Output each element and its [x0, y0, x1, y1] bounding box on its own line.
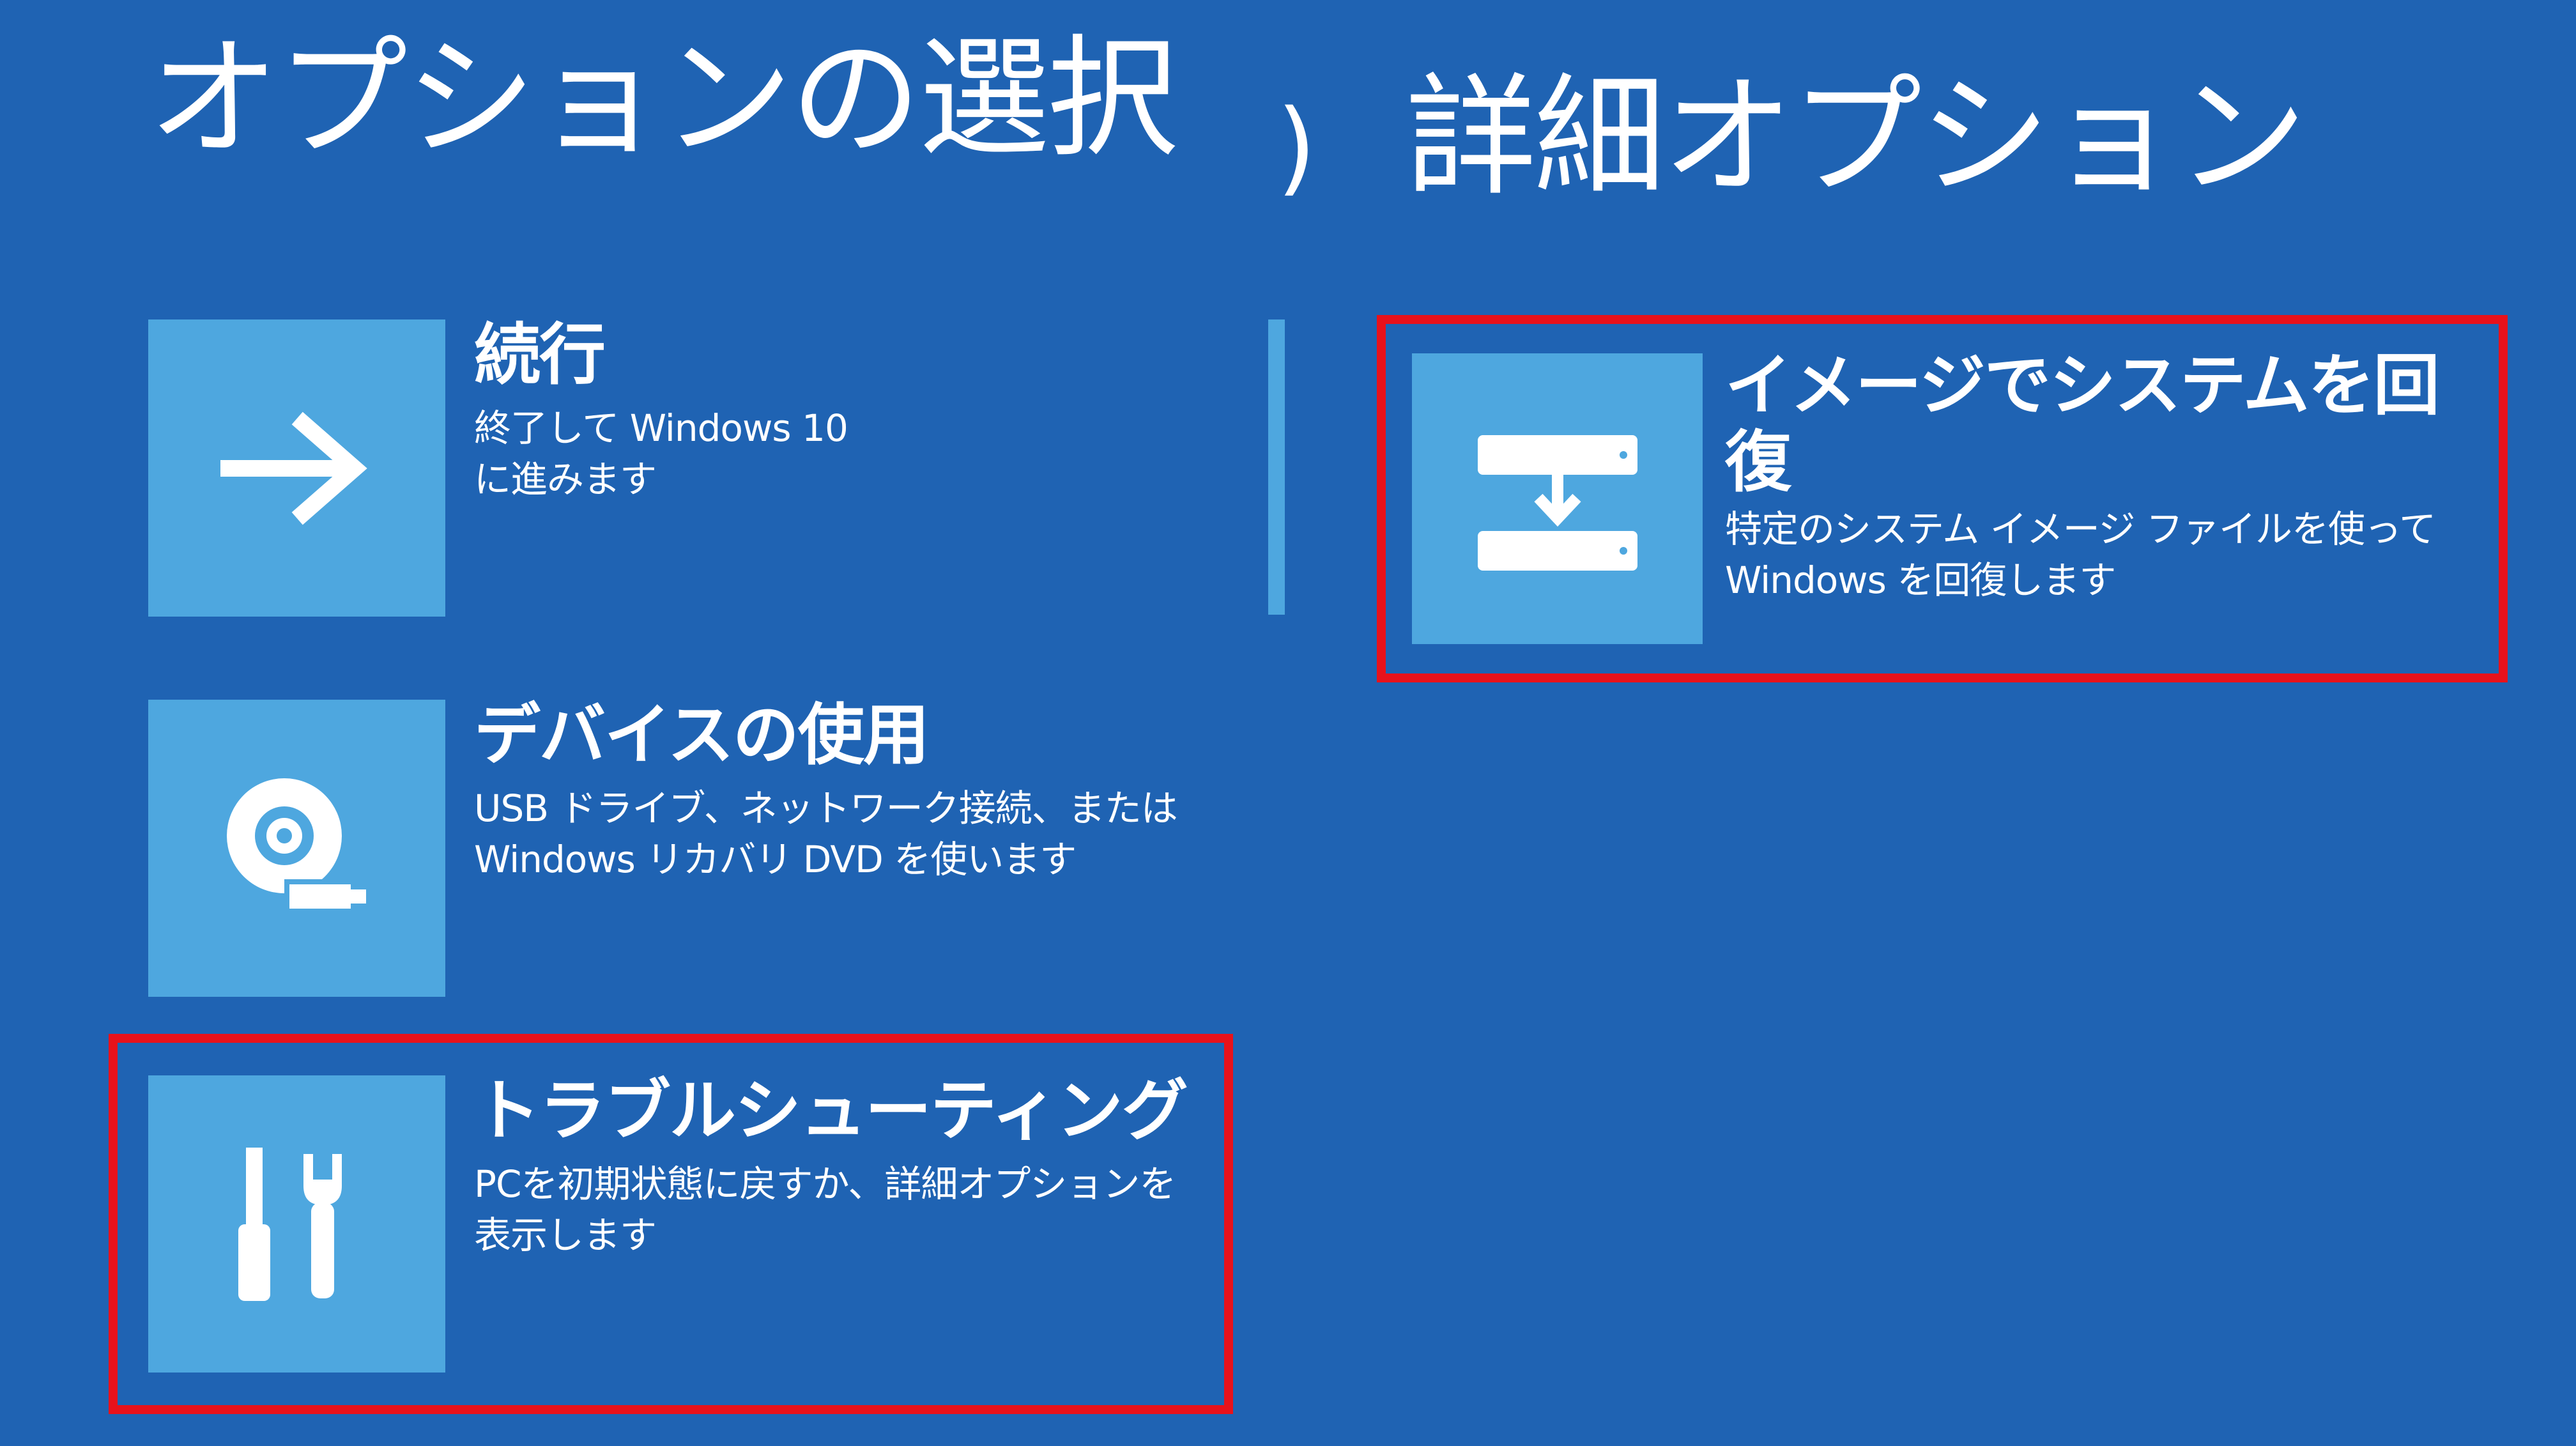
breadcrumb-separator: )	[1276, 87, 1317, 206]
page-title-advanced-options: 詳細オプション	[1406, 61, 2307, 213]
option-continue-title: 続行	[474, 316, 606, 394]
highlight-troubleshoot	[109, 1034, 1233, 1414]
option-continue[interactable]: 続行 終了して Windows 10 に進みます	[148, 316, 1234, 617]
option-use-device-title: デバイスの使用	[474, 696, 930, 774]
arrow-right-icon	[220, 411, 367, 525]
highlight-system-image-recovery	[1377, 315, 2508, 682]
option-use-device-description: USB ドライブ、ネットワーク接続、または Windows リカバリ DVD を…	[474, 787, 1178, 881]
option-continue-description: 終了して Windows 10 に進みます	[474, 406, 848, 501]
option-continue-tile	[148, 319, 445, 617]
page-title-choose-option: オプションの選択	[148, 23, 1178, 175]
option-use-device[interactable]: デバイスの使用 USB ドライブ、ネットワーク接続、または Windows リカ…	[148, 696, 1234, 997]
scroll-indicator[interactable]	[1268, 319, 1285, 615]
option-use-device-tile	[148, 700, 445, 997]
disc-usb-icon	[226, 778, 366, 912]
